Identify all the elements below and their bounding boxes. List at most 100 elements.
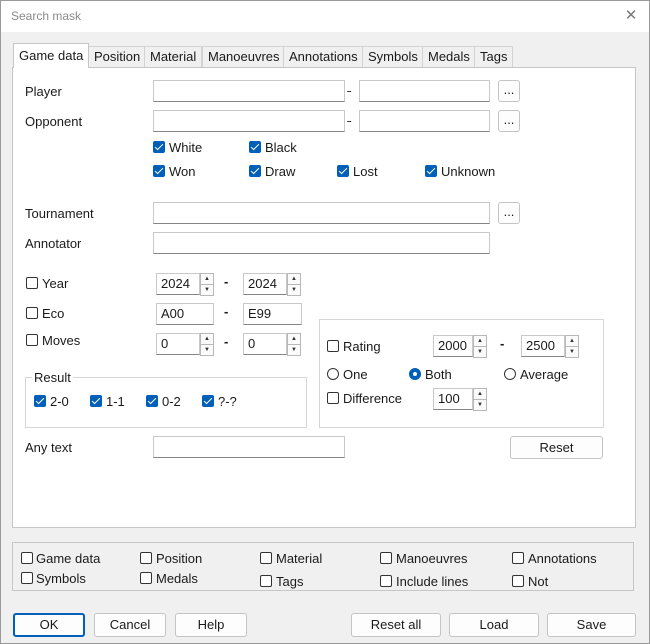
scope-material-checkbox[interactable] xyxy=(260,552,272,564)
include-lines-checkbox[interactable] xyxy=(380,575,392,587)
result-0-2-label: 0-2 xyxy=(162,394,181,409)
black-checkbox[interactable] xyxy=(249,141,261,153)
opponent-browse-button[interactable]: ... xyxy=(498,110,520,132)
moves-to-input[interactable]: 0 xyxy=(243,333,287,355)
eco-from-input[interactable]: A00 xyxy=(156,303,214,325)
eco-to-input[interactable]: E99 xyxy=(243,303,302,325)
opponent-last-name-input[interactable] xyxy=(153,110,345,132)
scope-symbols-label: Symbols xyxy=(36,571,86,586)
lost-checkbox[interactable] xyxy=(337,165,349,177)
result-1-1-checkbox[interactable] xyxy=(90,395,102,407)
annotator-input[interactable] xyxy=(153,232,490,254)
player-browse-button[interactable]: ... xyxy=(498,80,520,102)
eco-range-dash: - xyxy=(224,304,229,319)
rating-to-stepper[interactable]: ▲ ▼ xyxy=(565,335,579,358)
one-radio[interactable] xyxy=(327,368,339,380)
tab-medals[interactable]: Medals xyxy=(422,46,476,67)
moves-to-stepper[interactable]: ▲ ▼ xyxy=(287,333,301,356)
tournament-input[interactable] xyxy=(153,202,490,224)
tab-game-data[interactable]: Game data xyxy=(13,43,90,68)
tab-tags[interactable]: Tags xyxy=(474,46,514,67)
help-button[interactable]: Help xyxy=(175,613,247,637)
cancel-button[interactable]: Cancel xyxy=(94,613,166,637)
tab-material[interactable]: Material xyxy=(144,46,203,67)
scope-manoeuvres-checkbox[interactable] xyxy=(380,552,392,564)
tab-position[interactable]: Position xyxy=(88,46,147,67)
black-label: Black xyxy=(265,140,297,155)
rating-to-input[interactable]: 2500 xyxy=(521,335,565,357)
scope-annotations-checkbox[interactable] xyxy=(512,552,524,564)
year-from-stepper[interactable]: ▲ ▼ xyxy=(200,273,214,296)
moves-checkbox[interactable] xyxy=(26,334,38,346)
year-checkbox[interactable] xyxy=(26,277,38,289)
any-text-label: Any text xyxy=(25,440,72,455)
spin-down-icon[interactable]: ▼ xyxy=(200,284,214,296)
save-button[interactable]: Save xyxy=(547,613,636,637)
difference-checkbox[interactable] xyxy=(327,392,339,404)
tournament-browse-button[interactable]: ... xyxy=(498,202,520,224)
eco-label: Eco xyxy=(42,306,65,321)
draw-checkbox[interactable] xyxy=(249,165,261,177)
scope-annotations-label: Annotations xyxy=(528,551,597,566)
scope-tags-label: Tags xyxy=(276,574,304,589)
difference-stepper[interactable]: ▲ ▼ xyxy=(473,388,487,411)
unknown-label: Unknown xyxy=(441,164,496,179)
result-2-0-checkbox[interactable] xyxy=(34,395,46,407)
scope-position-checkbox[interactable] xyxy=(140,552,152,564)
white-checkbox[interactable] xyxy=(153,141,165,153)
spin-down-icon[interactable]: ▼ xyxy=(200,344,214,356)
scope-game-data-checkbox[interactable] xyxy=(21,552,33,564)
player-last-name-input[interactable] xyxy=(153,80,345,102)
any-text-input[interactable] xyxy=(153,436,345,458)
title-bar: Search mask ✕ xyxy=(1,1,649,32)
load-button[interactable]: Load xyxy=(449,613,539,637)
moves-from-input[interactable]: 0 xyxy=(156,333,200,355)
rating-checkbox[interactable] xyxy=(327,340,339,352)
tab-symbols[interactable]: Symbols xyxy=(362,46,424,67)
not-checkbox[interactable] xyxy=(512,575,524,587)
average-radio[interactable] xyxy=(504,368,516,380)
rating-from-stepper[interactable]: ▲ ▼ xyxy=(473,335,487,358)
both-radio[interactable] xyxy=(409,368,421,380)
spin-down-icon[interactable]: ▼ xyxy=(473,346,487,358)
include-lines-label: Include lines xyxy=(396,574,469,589)
reset-all-button[interactable]: Reset all xyxy=(351,613,441,637)
result-group-title: Result xyxy=(32,370,73,385)
result-unknown-label: ?-? xyxy=(218,394,237,409)
eco-checkbox[interactable] xyxy=(26,307,38,319)
rating-label: Rating xyxy=(343,339,381,354)
moves-from-stepper[interactable]: ▲ ▼ xyxy=(200,333,214,356)
opponent-first-name-input[interactable] xyxy=(359,110,490,132)
difference-input[interactable]: 100 xyxy=(433,388,473,410)
won-checkbox[interactable] xyxy=(153,165,165,177)
result-0-2-checkbox[interactable] xyxy=(146,395,158,407)
ok-button[interactable]: OK xyxy=(13,613,85,637)
reset-button[interactable]: Reset xyxy=(510,436,603,459)
tournament-label: Tournament xyxy=(25,206,94,221)
spin-down-icon[interactable]: ▼ xyxy=(565,346,579,358)
name-separator: ˗ xyxy=(347,112,352,127)
close-icon[interactable]: ✕ xyxy=(621,6,641,26)
result-unknown-checkbox[interactable] xyxy=(202,395,214,407)
rating-from-input[interactable]: 2000 xyxy=(433,335,473,357)
year-to-stepper[interactable]: ▲ ▼ xyxy=(287,273,301,296)
white-label: White xyxy=(169,140,203,155)
tab-annotations[interactable]: Annotations xyxy=(283,46,364,67)
scope-tags-checkbox[interactable] xyxy=(260,575,272,587)
search-mask-dialog: Search mask ✕ Game data Position Materia… xyxy=(0,0,650,644)
unknown-checkbox[interactable] xyxy=(425,165,437,177)
draw-label: Draw xyxy=(265,164,296,179)
player-first-name-input[interactable] xyxy=(359,80,490,102)
scope-medals-checkbox[interactable] xyxy=(140,572,152,584)
spin-down-icon[interactable]: ▼ xyxy=(287,344,301,356)
scope-symbols-checkbox[interactable] xyxy=(21,572,33,584)
tab-manoeuvres[interactable]: Manoeuvres xyxy=(202,46,286,67)
year-to-input[interactable]: 2024 xyxy=(243,273,287,295)
spin-down-icon[interactable]: ▼ xyxy=(473,399,487,411)
scope-material-label: Material xyxy=(276,551,323,566)
annotator-label: Annotator xyxy=(25,236,82,251)
spin-down-icon[interactable]: ▼ xyxy=(287,284,301,296)
year-range-dash: - xyxy=(224,274,229,289)
year-from-input[interactable]: 2024 xyxy=(156,273,200,295)
opponent-label: Opponent xyxy=(25,114,83,129)
